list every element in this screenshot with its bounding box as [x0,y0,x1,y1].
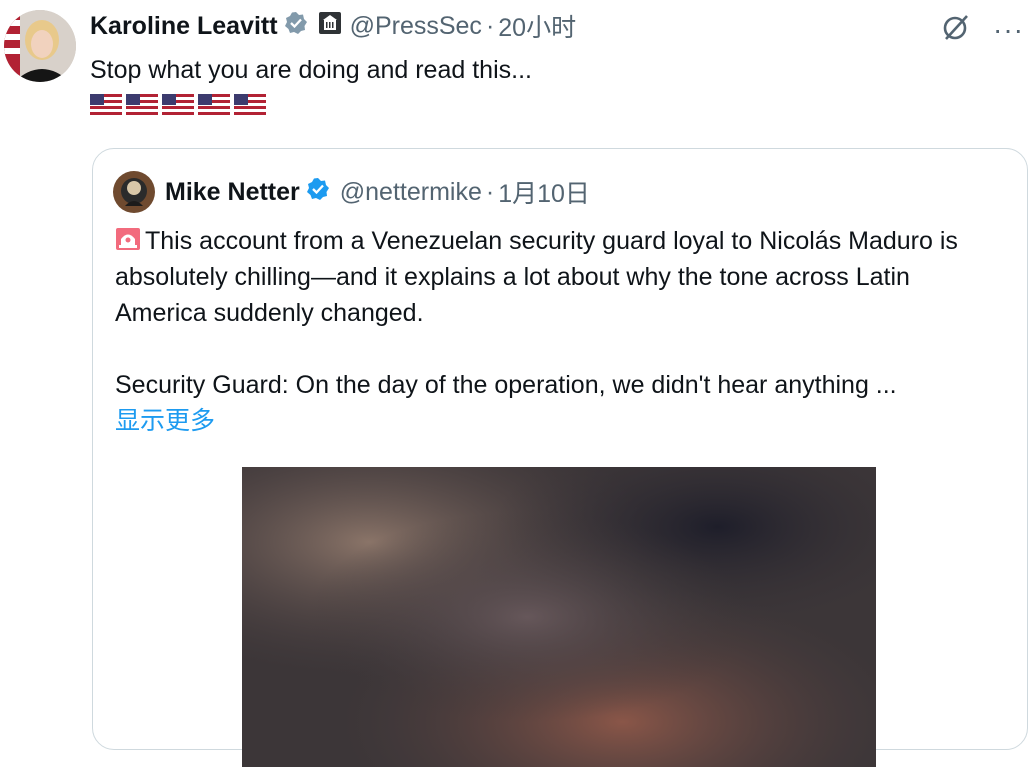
post-header: Karoline Leavitt @PressSec · 20小时 [90,8,576,44]
video-frame [242,467,876,767]
quoted-author-handle[interactable]: @nettermike [340,178,482,207]
quoted-post-card[interactable]: Mike Netter @nettermike · 1月10日 This acc… [92,148,1028,767]
post-time[interactable]: 20小时 [498,8,576,44]
quoted-post-date[interactable]: 1月10日 [498,174,590,210]
quoted-post-text: This account from a Venezuelan security … [115,223,1005,439]
quoted-paragraph-1: This account from a Venezuelan security … [115,223,1005,331]
us-flag-icon [90,94,122,116]
gray-verified-badge-icon[interactable] [284,11,308,42]
profile-avatar[interactable] [4,10,76,82]
us-flag-icon [198,94,230,116]
post-actions: ··· [941,12,1024,47]
avatar-image [4,10,76,82]
us-flag-icon [162,94,194,116]
author-handle[interactable]: @PressSec [350,12,482,41]
quoted-post-header: Mike Netter @nettermike · 1月10日 [113,171,590,213]
us-flag-icon [234,94,266,116]
quoted-line-2: Security Guard: On the day of the operat… [115,371,897,399]
quoted-author-avatar[interactable] [113,171,155,213]
post-text: Stop what you are doing and read this... [90,56,532,84]
quoted-author-name[interactable]: Mike Netter [165,178,300,207]
quoted-media-video[interactable] [242,467,876,767]
show-more-link[interactable]: 显示更多 [115,403,1005,439]
flag-row [90,94,266,116]
us-flag-icon [126,94,158,116]
separator: · [485,177,495,206]
siren-icon [115,226,141,252]
separator: · [485,11,495,40]
blue-verified-badge-icon[interactable] [306,177,330,208]
author-name[interactable]: Karoline Leavitt [90,12,278,41]
more-icon[interactable]: ··· [993,15,1024,43]
government-building-icon [318,11,342,42]
quoted-line-1: This account from a Venezuelan security … [115,227,958,327]
grok-icon[interactable] [941,12,971,47]
